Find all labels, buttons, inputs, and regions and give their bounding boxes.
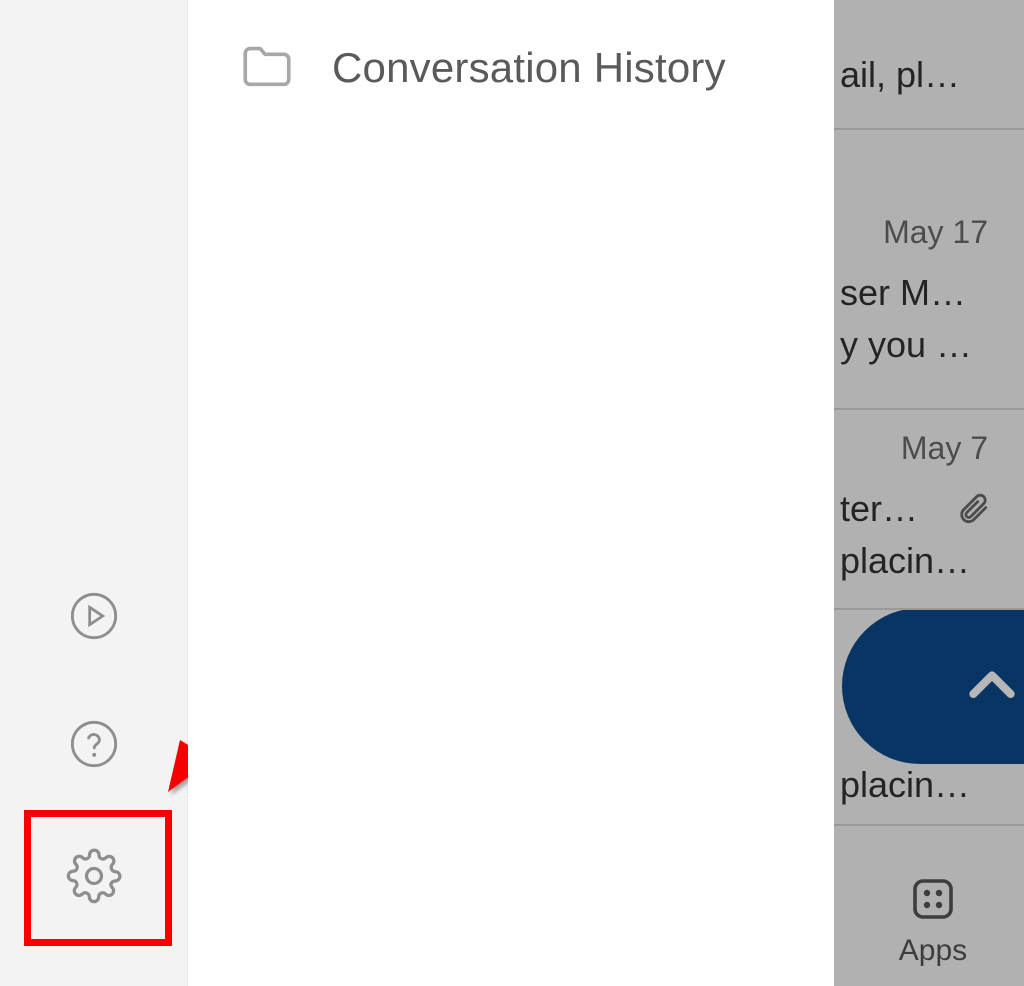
scroll-up-fab[interactable] [842, 608, 1024, 764]
mail-subject-fragment: ter… [840, 488, 940, 530]
play-icon[interactable] [66, 588, 122, 644]
folder-flyout-panel: Conversation History [188, 0, 834, 986]
mail-subject-fragment: ser M… [840, 272, 988, 314]
mail-date: May 17 [883, 214, 988, 251]
mail-preview-fragment: y you … [840, 324, 988, 366]
nav-apps-label: Apps [899, 934, 967, 968]
nav-apps-button[interactable]: Apps [878, 875, 988, 968]
divider [834, 608, 1024, 610]
divider [834, 824, 1024, 826]
attachment-icon [956, 492, 990, 531]
apps-grid-icon [909, 875, 957, 928]
divider [834, 128, 1024, 130]
folder-icon [238, 36, 296, 99]
mail-preview-fragment: placin… [840, 540, 988, 582]
help-icon[interactable] [66, 716, 122, 772]
sidebar-item-conversation-history[interactable]: Conversation History [238, 36, 726, 99]
mail-preview-fragment: ail, pl… [840, 54, 988, 96]
mail-preview-fragment: placin… [840, 764, 988, 806]
settings-gear-icon[interactable] [66, 848, 122, 904]
sidebar-item-label: Conversation History [332, 44, 726, 92]
divider [834, 408, 1024, 410]
nav-rail [0, 0, 188, 986]
message-list-underlay: ail, pl… May 17 ser M… y you … May 7 ter… [834, 0, 1024, 986]
mail-date: May 7 [901, 430, 988, 467]
